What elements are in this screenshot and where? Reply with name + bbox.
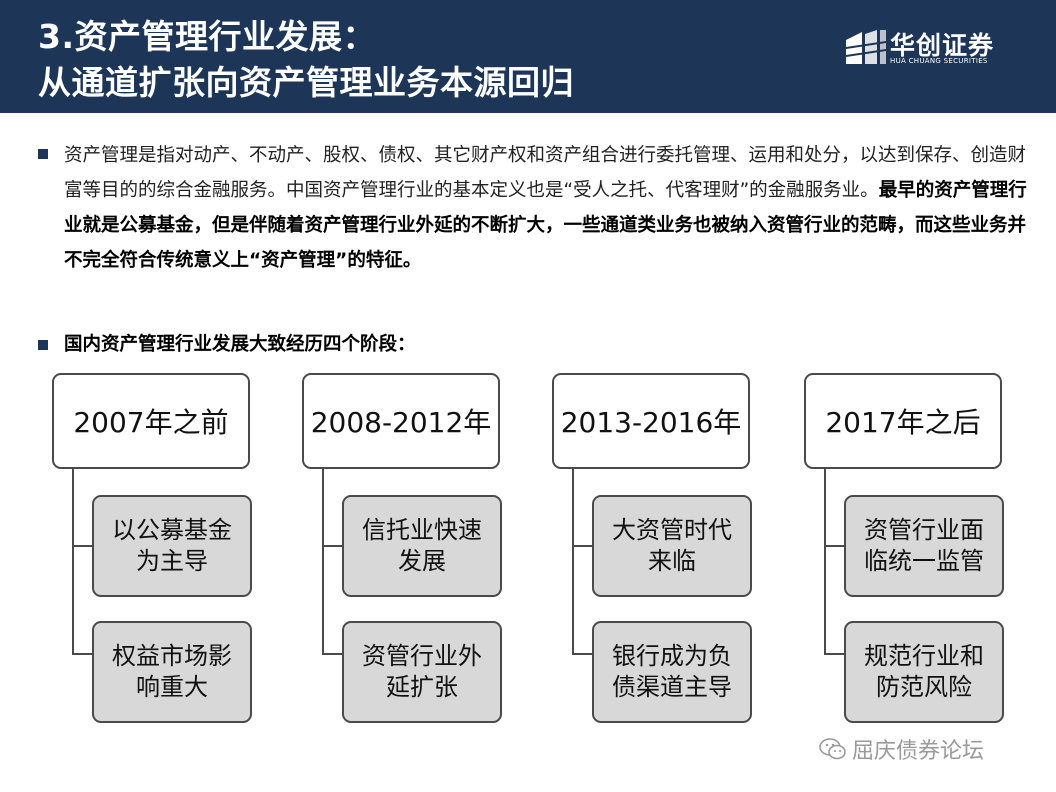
stage-4-item-1: 资管行业面临统一监管: [844, 495, 1004, 597]
logo-mark-icon: [846, 30, 886, 64]
connector-line: [572, 545, 592, 547]
stage-3-item-2: 银行成为负债渠道主导: [592, 621, 752, 723]
connector-line: [322, 469, 324, 655]
connector-line: [72, 545, 92, 547]
stage-3-item-1: 大资管时代来临: [592, 495, 752, 597]
watermark: 屈庆债券论坛: [818, 734, 984, 764]
connector-line: [572, 653, 592, 655]
stage-4-box: 2017年之后: [804, 373, 1002, 469]
watermark-text: 屈庆债券论坛: [852, 739, 985, 764]
connector-line: [322, 545, 342, 547]
intro-paragraph: 资产管理是指对动产、不动产、股权、债权、其它财产权和资产组合进行委托管理、运用和…: [64, 138, 1039, 278]
connector-line: [72, 469, 74, 655]
logo-text-en: HUA CHUANG SECURITIES: [890, 57, 988, 65]
stage-2-box: 2008-2012年: [302, 373, 500, 469]
bullet-square-icon: [38, 149, 48, 159]
stage-4-item-2: 规范行业和防范风险: [844, 621, 1004, 723]
title-banner: 3.资产管理行业发展： 从通道扩张向资产管理业务本源回归 华创证券 HUA CH…: [0, 0, 1056, 113]
stage-1-box: 2007年之前: [52, 373, 250, 469]
connector-line: [824, 653, 844, 655]
company-logo: 华创证券 HUA CHUANG SECURITIES: [846, 26, 1046, 86]
stages-heading: 国内资产管理行业发展大致经历四个阶段：: [64, 334, 416, 355]
page-title-line-2: 从通道扩张向资产管理业务本源回归: [38, 63, 574, 102]
wechat-icon: [819, 738, 846, 760]
stage-2-item-2: 资管行业外延扩张: [342, 621, 502, 723]
connector-line: [824, 469, 826, 655]
stage-1-item-1: 以公募基金为主导: [92, 495, 252, 597]
bullet-square-icon: [38, 340, 48, 350]
page-title-line-1: 3.资产管理行业发展：: [38, 17, 376, 56]
connector-line: [572, 469, 574, 655]
connector-line: [824, 545, 844, 547]
connector-line: [72, 653, 92, 655]
stage-2-item-1: 信托业快速发展: [342, 495, 502, 597]
stage-1-item-2: 权益市场影响重大: [92, 621, 252, 723]
stage-3-box: 2013-2016年: [552, 373, 750, 469]
connector-line: [322, 653, 342, 655]
